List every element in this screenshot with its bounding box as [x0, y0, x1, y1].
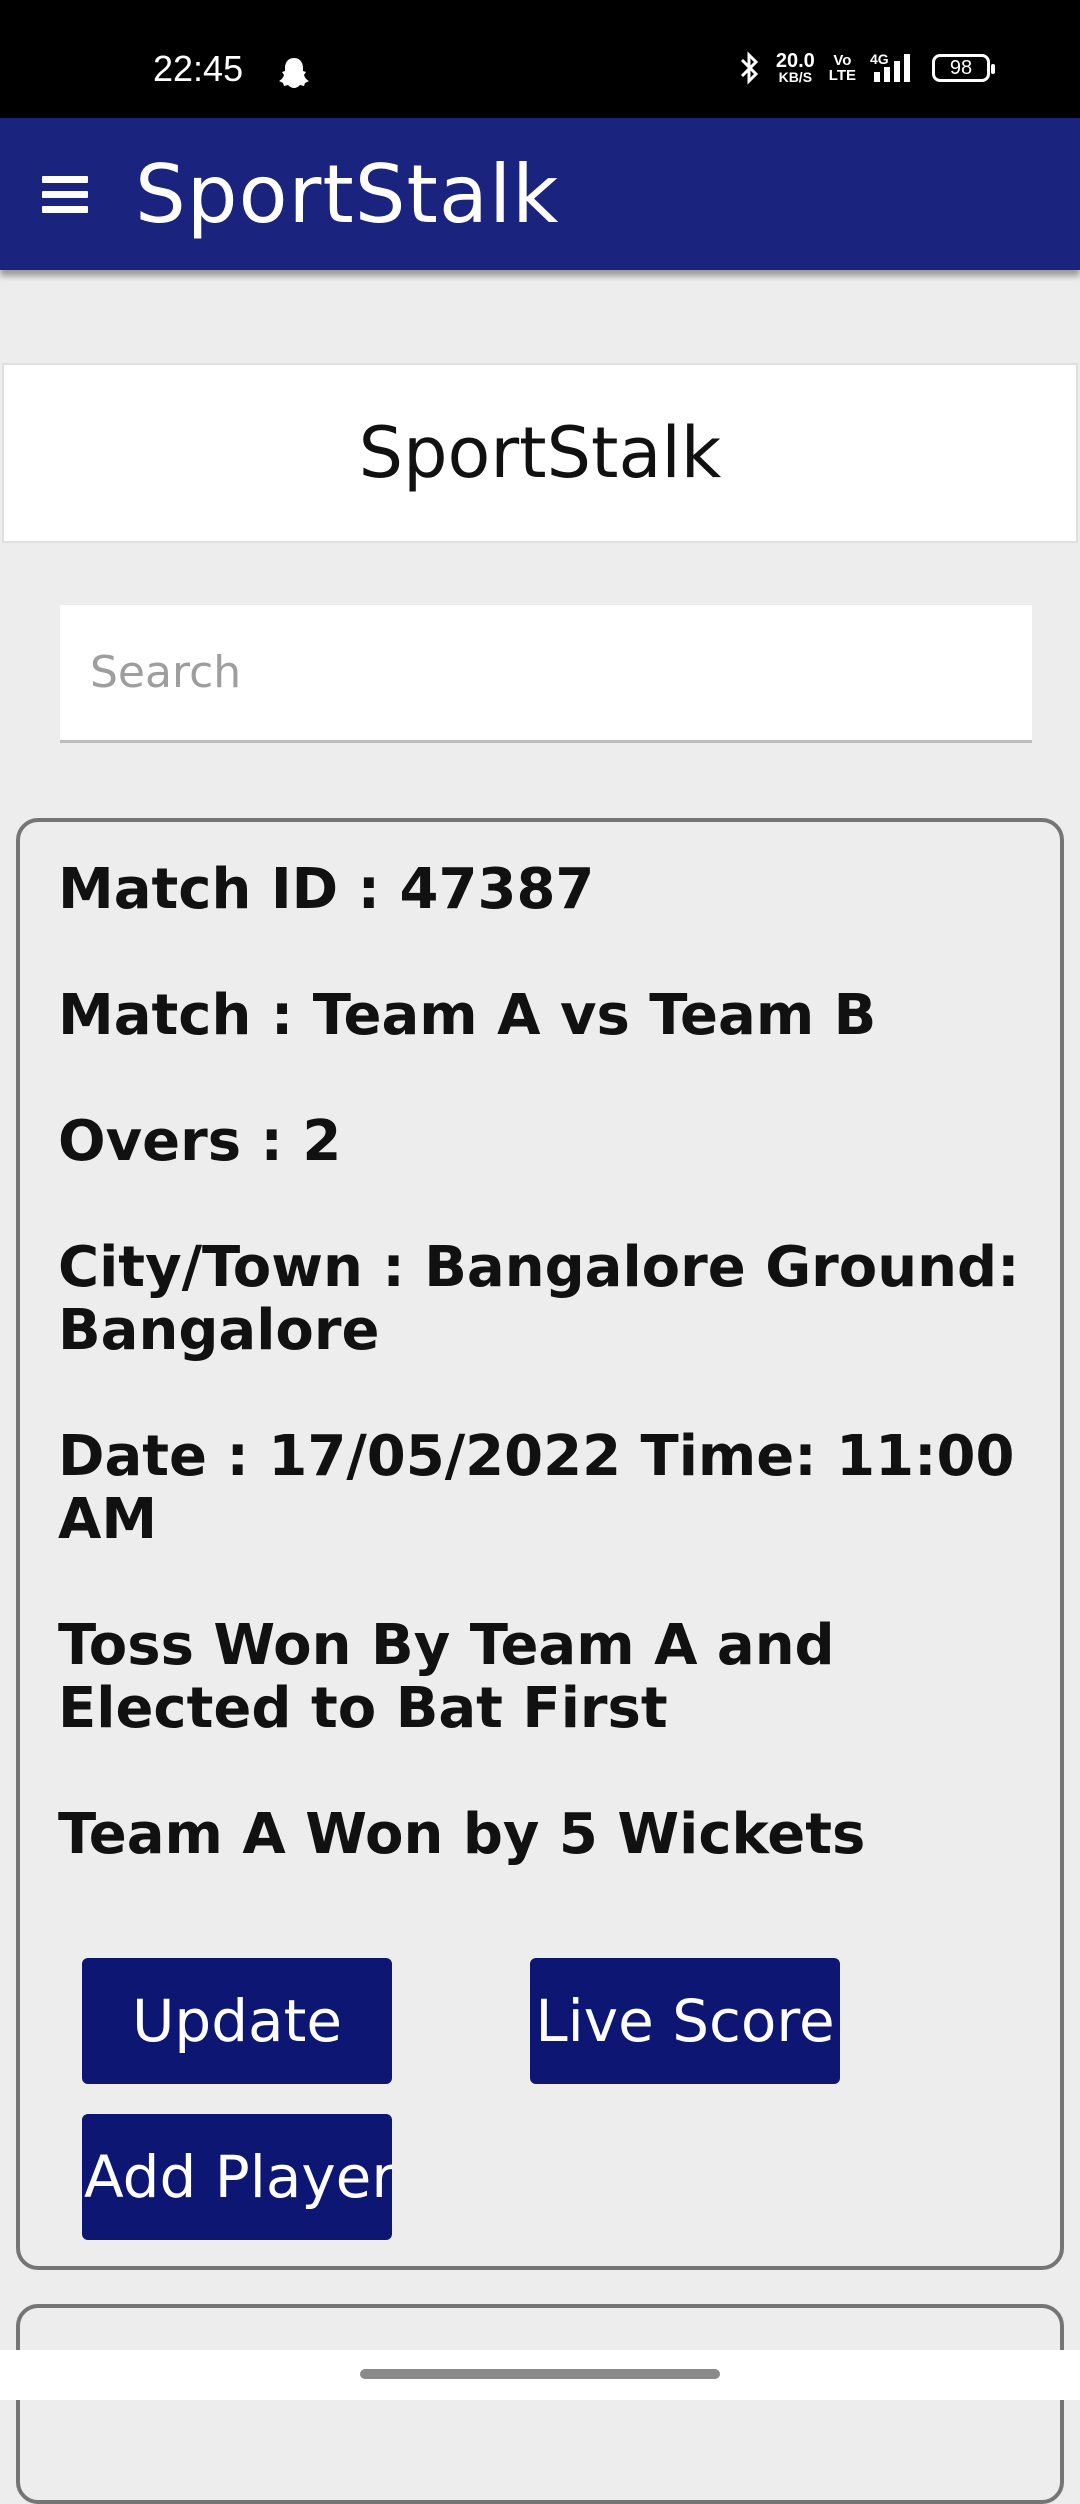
status-time: 22:45 — [153, 48, 244, 89]
navigation-bar — [0, 2350, 1080, 2400]
header-card-title: SportStalk — [358, 412, 722, 494]
network-type: 4G — [870, 51, 889, 67]
app-title: SportStalk — [135, 148, 560, 241]
status-icons: 20.0 KB/S Vo LTE 4G 98 — [736, 50, 995, 86]
header-card: SportStalk — [2, 363, 1078, 543]
match-overs: Overs : 2 — [58, 1109, 342, 1174]
update-button[interactable]: Update — [82, 1958, 392, 2084]
network-speed-unit: KB/S — [778, 69, 813, 85]
match-result: Team A Won by 5 Wickets — [58, 1802, 866, 1867]
snapchat-ghost-icon — [279, 58, 309, 88]
menu-icon[interactable] — [42, 176, 88, 216]
volte-top: Vo — [833, 52, 852, 69]
match-teams: Match : Team A vs Team B — [58, 983, 877, 1048]
network-speed-value: 20.0 — [775, 50, 815, 72]
status-bar: 22:45 20.0 KB/S Vo LTE 4G 98 — [0, 0, 1080, 118]
next-match-card[interactable] — [16, 2304, 1064, 2504]
add-player-button[interactable]: Add Player — [82, 2114, 392, 2240]
match-datetime: Date : 17/05/2022 Time: 11:00 AM — [58, 1424, 1015, 1552]
match-card[interactable]: Match ID : 47387 Match : Team A vs Team … — [16, 818, 1064, 2270]
live-score-button[interactable]: Live Score — [530, 1958, 840, 2084]
search-input[interactable] — [60, 605, 1032, 743]
app-bar: SportStalk — [0, 118, 1080, 270]
bluetooth-icon — [740, 51, 758, 85]
match-toss: Toss Won By Team A and Elected to Bat Fi… — [58, 1613, 835, 1741]
volte-bottom: LTE — [828, 67, 856, 84]
home-gesture-handle[interactable] — [360, 2369, 720, 2379]
volte-indicator: Vo LTE — [829, 53, 856, 83]
battery-icon: 98 — [932, 54, 995, 82]
signal-4g-icon: 4G — [870, 51, 910, 82]
match-location: City/Town : Bangalore Ground: Bangalore — [58, 1235, 1020, 1363]
match-id: Match ID : 47387 — [58, 857, 595, 922]
network-speed: 20.0 KB/S — [775, 50, 815, 85]
